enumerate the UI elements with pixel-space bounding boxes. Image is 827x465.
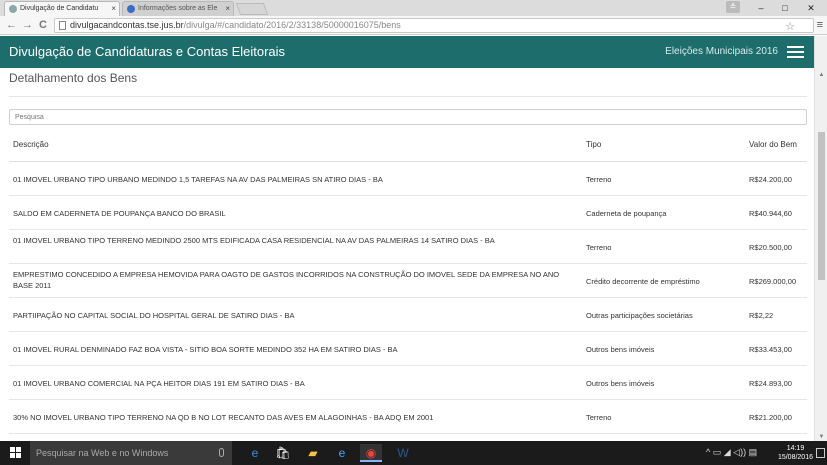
tab-title: Divulgação de Candidatu	[20, 5, 99, 12]
bookmark-star-icon[interactable]: ☆	[785, 21, 795, 33]
back-button[interactable]: ←	[6, 19, 17, 31]
system-tray-icons[interactable]: ^ ▭ ◢ ◁)) ▤	[706, 447, 757, 458]
cell-tipo: Outras participações societárias	[586, 311, 693, 320]
browser-tab-inactive[interactable]: Informações sobre as Ele ×	[122, 1, 234, 16]
taskbar-search-placeholder: Pesquisar na Web e no Windows	[36, 448, 169, 458]
url-path: /divulga/#/candidato/2016/2/33138/500000…	[183, 20, 401, 30]
internet-explorer-icon[interactable]: e	[331, 444, 353, 462]
new-tab-button[interactable]	[235, 3, 269, 15]
microphone-icon[interactable]	[219, 448, 224, 457]
table-row: 01 IMOVEL RURAL DENMINADO FAZ BOA VISTA …	[9, 332, 807, 366]
clock-date: 15/08/2016	[777, 454, 813, 461]
scroll-up-icon[interactable]: ▲	[815, 72, 827, 78]
table-row: 01 IMOVEL URBANO TIPO URBANO MEDINDO 1,5…	[9, 162, 807, 196]
cell-tipo: Terreno	[586, 413, 612, 422]
store-icon[interactable]: 🛍	[272, 444, 294, 462]
cell-tipo: Crédito decorrente de empréstimo	[586, 277, 700, 286]
forward-button[interactable]: →	[22, 19, 33, 31]
cell-tipo: Terreno	[586, 175, 612, 184]
column-header-tipo[interactable]: Tipo	[586, 140, 601, 149]
tab-title: Informações sobre as Ele	[138, 5, 218, 12]
election-label: Eleições Municipais 2016	[665, 46, 778, 57]
cell-descricao: 01 IMOVEL URBANO COMERCIAL NA PÇA HEITOR…	[13, 379, 305, 388]
column-header-valor[interactable]: Valor do Bem	[749, 140, 797, 149]
app-title[interactable]: Divulgação de Candidaturas e Contas Elei…	[9, 44, 285, 59]
browser-menu-icon[interactable]: ≡	[817, 19, 823, 31]
cell-valor: R$40.944,60	[749, 209, 792, 218]
close-window-button[interactable]: ✕	[798, 0, 824, 16]
page-icon	[59, 21, 66, 30]
page-scrollbar[interactable]: ▲ ▼	[814, 36, 827, 441]
scroll-down-icon[interactable]: ▼	[815, 434, 827, 440]
table-row: 01 IMOVEL URBANO TIPO TERRENO MEDINDO 25…	[9, 230, 807, 264]
tab-close-icon[interactable]: ×	[111, 4, 116, 13]
cell-descricao: 30% NO IMOVEL URBANO TIPO TERRENO NA QD …	[13, 413, 434, 422]
cell-valor: R$24.893,00	[749, 379, 792, 388]
site-favicon-icon	[9, 5, 17, 13]
divider	[9, 96, 807, 97]
table-row: 30% NO IMOVEL URBANO TIPO TERRENO NA QD …	[9, 400, 807, 434]
cell-tipo: Terreno	[586, 243, 612, 252]
url-host: divulgacandcontas.tse.jus.br	[70, 20, 184, 30]
minimize-button[interactable]: –	[748, 0, 774, 16]
cell-valor: R$21.200,00	[749, 413, 792, 422]
table-row: 01 IMOVEL URBANO COMERCIAL NA PÇA HEITOR…	[9, 366, 807, 400]
browser-toolbar: ← → C divulgacandcontas.tse.jus.br/divul…	[0, 16, 827, 35]
column-header-descricao[interactable]: Descrição	[13, 140, 49, 149]
cell-valor: R$269.000,00	[749, 277, 797, 286]
browser-tabstrip: Divulgação de Candidatu × Informações so…	[0, 0, 827, 16]
hamburger-menu-icon[interactable]	[787, 46, 804, 58]
table-row: SALDO EM CADERNETA DE POUPANÇA BANCO DO …	[9, 196, 807, 230]
taskbar-clock[interactable]: 14:19 15/08/2016	[778, 444, 813, 462]
cell-valor: R$20.500,00	[749, 243, 792, 252]
cell-tipo: Caderneta de poupança	[586, 209, 667, 218]
scrollbar-thumb[interactable]	[818, 132, 825, 280]
maximize-button[interactable]: □	[772, 0, 798, 16]
main-content: Detalhamento dos Bens Descrição Tipo Val…	[0, 68, 814, 441]
cell-descricao: EMPRESTIMO CONCEDIDO A EMPRESA HEMOVIDA …	[13, 270, 560, 290]
address-bar[interactable]: divulgacandcontas.tse.jus.br/divulga/#/c…	[54, 18, 814, 33]
taskbar-search-input[interactable]: Pesquisar na Web e no Windows	[30, 441, 232, 465]
word-icon[interactable]: W	[392, 444, 414, 462]
cell-tipo: Outros bens imóveis	[586, 379, 655, 388]
page-title: Detalhamento dos Bens	[9, 71, 138, 85]
profile-icon[interactable]: ≗	[726, 1, 740, 13]
notification-center-icon[interactable]	[816, 448, 825, 458]
cell-valor: R$24.200,00	[749, 175, 792, 184]
site-favicon-icon	[127, 5, 135, 13]
table-row: PARTIIPAÇÃO NO CAPITAL SOCIAL DO HOSPITA…	[9, 298, 807, 332]
cell-descricao: 01 IMOVEL RURAL DENMINADO FAZ BOA VISTA …	[13, 345, 398, 354]
cell-descricao: PARTIIPAÇÃO NO CAPITAL SOCIAL DO HOSPITA…	[13, 311, 295, 320]
chrome-icon[interactable]: ◉	[360, 444, 382, 462]
cell-valor: R$2,22	[749, 311, 774, 320]
tab-close-icon[interactable]: ×	[225, 4, 230, 13]
edge-icon[interactable]: e	[244, 444, 266, 462]
windows-taskbar: Pesquisar na Web e no Windows e 🛍 ▰ e ◉ W ^ ▭…	[0, 441, 827, 465]
search-input[interactable]	[9, 109, 807, 125]
cell-descricao: 01 IMOVEL URBANO TIPO TERRENO MEDINDO 25…	[13, 236, 495, 245]
cell-descricao: 01 IMOVEL URBANO TIPO URBANO MEDINDO 1,5…	[13, 175, 383, 184]
reload-button[interactable]: C	[39, 19, 47, 31]
cell-valor: R$33.453,00	[749, 345, 792, 354]
cell-tipo: Outros bens imóveis	[586, 345, 655, 354]
app-header: Divulgação de Candidaturas e Contas Elei…	[0, 36, 814, 68]
windows-start-icon[interactable]	[10, 447, 22, 459]
clock-time: 14:19	[786, 445, 805, 452]
table-header: Descrição Tipo Valor do Bem	[9, 128, 807, 162]
browser-tab-active[interactable]: Divulgação de Candidatu ×	[4, 1, 120, 16]
file-explorer-icon[interactable]: ▰	[302, 444, 324, 462]
table-row: EMPRESTIMO CONCEDIDO A EMPRESA HEMOVIDA …	[9, 264, 807, 298]
cell-descricao: SALDO EM CADERNETA DE POUPANÇA BANCO DO …	[13, 209, 226, 218]
